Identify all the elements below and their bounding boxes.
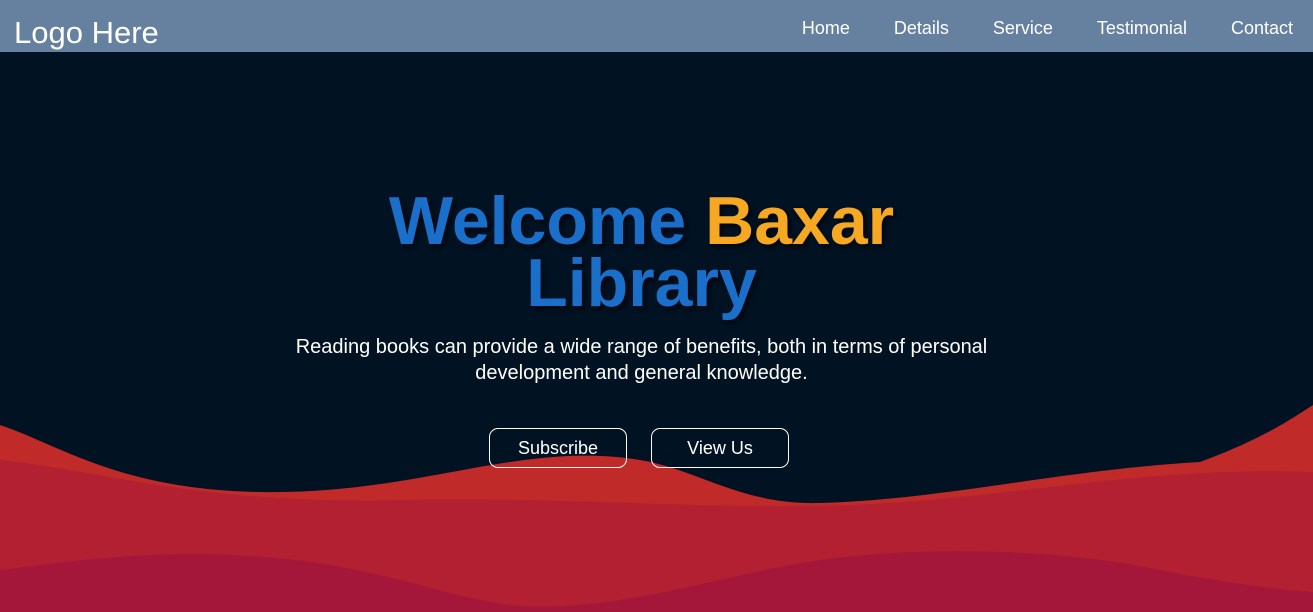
hero-title-library: Library xyxy=(526,245,757,321)
hero-title: Welcome Baxar Library xyxy=(342,187,942,317)
view-us-button[interactable]: View Us xyxy=(651,428,789,468)
nav-service-link[interactable]: Service xyxy=(993,17,1053,39)
landing-page: Logo Here Home Details Service Testimoni… xyxy=(0,0,1313,612)
hero-subtitle: Reading books can provide a wide range o… xyxy=(295,336,988,384)
nav-testimonial-link[interactable]: Testimonial xyxy=(1097,17,1187,39)
hero-section: Welcome Baxar Library Reading books can … xyxy=(0,187,1313,386)
nav-home-link[interactable]: Home xyxy=(802,17,850,39)
logo[interactable]: Logo Here xyxy=(14,14,159,52)
nav-links: Home Details Service Testimonial Contact xyxy=(758,17,1293,39)
nav-contact-link[interactable]: Contact xyxy=(1231,17,1293,39)
top-navbar: Logo Here Home Details Service Testimoni… xyxy=(0,0,1313,52)
subscribe-button[interactable]: Subscribe xyxy=(489,428,627,468)
hero-buttons: Subscribe View Us xyxy=(489,428,813,468)
nav-details-link[interactable]: Details xyxy=(894,17,949,39)
